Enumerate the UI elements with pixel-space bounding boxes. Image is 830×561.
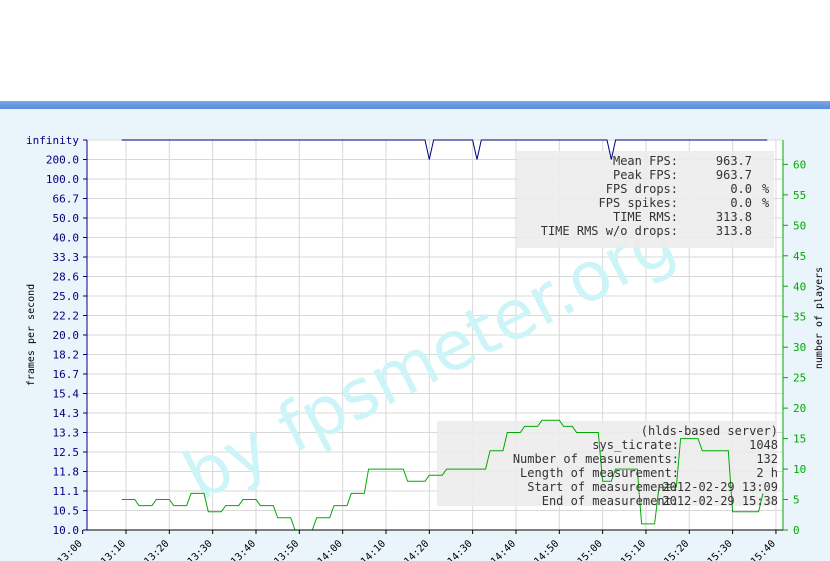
left-tick-label: 10.0 <box>53 524 80 537</box>
left-tick-label: 28.6 <box>53 271 80 284</box>
left-tick-label: 25.0 <box>53 290 80 303</box>
left-tick-label: 15.4 <box>53 388 80 401</box>
x-tick-label: 15:40 <box>749 538 778 561</box>
x-tick-label: 15:20 <box>662 538 691 561</box>
x-tick-label: 15:00 <box>576 538 605 561</box>
stat-label: TIME RMS: <box>613 210 678 224</box>
x-tick-label: 13:50 <box>272 538 301 561</box>
stat-value: 2012-02-29 15:38 <box>662 494 778 508</box>
stat-label: Number of measurements: <box>513 452 679 466</box>
right-tick-label: 55 <box>793 189 806 202</box>
stat-value: 963.7 <box>716 168 752 182</box>
fps-chart: by fpsmeter.org frames per second number … <box>26 134 825 561</box>
stat-value: 313.8 <box>716 210 752 224</box>
left-tick-label: 10.5 <box>53 505 80 518</box>
right-tick-label: 0 <box>793 524 800 537</box>
right-tick-label: 20 <box>793 402 806 415</box>
x-tick-label: 13:20 <box>142 538 171 561</box>
chart-frame: by fpsmeter.org frames per second number … <box>0 109 830 561</box>
right-tick-label: 25 <box>793 372 806 385</box>
left-tick-label: 16.7 <box>53 368 80 381</box>
stat-label: Mean FPS: <box>613 154 678 168</box>
left-tick-label: 11.1 <box>53 485 80 498</box>
left-tick-label: 14.3 <box>53 407 80 420</box>
stat-label: TIME RMS w/o drops: <box>541 224 678 238</box>
right-tick-label: 15 <box>793 433 806 446</box>
right-tick-label: 50 <box>793 219 806 232</box>
left-tick-label: 33.3 <box>53 251 80 264</box>
left-axis-title: frames per second <box>26 284 37 386</box>
x-tick-label: 14:00 <box>316 538 345 561</box>
stat-label: FPS drops: <box>606 182 678 196</box>
right-axis-title: number of players <box>814 267 825 369</box>
stat-value: 2012-02-29 13:09 <box>662 480 778 494</box>
x-tick-label: 13:30 <box>186 538 215 561</box>
x-tick-label: 15:10 <box>619 538 648 561</box>
stat-value: 0.0 <box>730 182 752 196</box>
stat-label: FPS spikes: <box>599 196 678 210</box>
stat-value: 963.7 <box>716 154 752 168</box>
x-tick-label: 14:50 <box>532 538 561 561</box>
left-tick-label: 20.0 <box>53 329 80 342</box>
right-tick-label: 5 <box>793 494 800 507</box>
x-tick-label: 14:40 <box>489 538 518 561</box>
left-tick-label: 13.3 <box>53 427 80 440</box>
stat-value: 1048 <box>749 438 778 452</box>
x-tick-label: 13:10 <box>99 538 128 561</box>
left-tick-label: 100.0 <box>46 173 79 186</box>
left-tick-label: 11.8 <box>53 466 80 479</box>
right-tick-label: 30 <box>793 341 806 354</box>
stat-label: Length of measurement: <box>520 466 679 480</box>
stat-value: 0.0 <box>730 196 752 210</box>
x-tick-label: 14:20 <box>402 538 431 561</box>
left-tick-label: 50.0 <box>53 212 80 225</box>
stat-unit: % <box>762 182 770 196</box>
right-tick-label: 45 <box>793 250 806 263</box>
right-tick-label: 35 <box>793 311 806 324</box>
stat-unit: % <box>762 196 770 210</box>
stat-label: Peak FPS: <box>613 168 678 182</box>
x-tick-label: 14:30 <box>446 538 475 561</box>
left-tick-label: 200.0 <box>46 154 79 167</box>
left-tick-label: 40.0 <box>53 232 80 245</box>
stat-value: 132 <box>756 452 778 466</box>
right-tick-label: 10 <box>793 463 806 476</box>
stat-label: Start of measurement: <box>527 480 679 494</box>
stat-value: 2 h <box>756 466 778 480</box>
left-tick-label: 22.2 <box>53 310 80 323</box>
right-tick-label: 40 <box>793 280 806 293</box>
left-tick-label: infinity <box>26 134 79 147</box>
stat-label: (hlds-based server) <box>641 424 778 438</box>
right-tick-label: 60 <box>793 158 806 171</box>
stat-label: End of measurement: <box>542 494 679 508</box>
stat-value: 313.8 <box>716 224 752 238</box>
x-tick-label: 14:10 <box>359 538 388 561</box>
x-tick-label: 13:00 <box>56 538 85 561</box>
x-tick-label: 15:30 <box>706 538 735 561</box>
stat-label: sys_ticrate: <box>592 438 679 452</box>
left-tick-label: 18.2 <box>53 349 80 362</box>
x-tick-label: 13:40 <box>229 538 258 561</box>
left-tick-label: 66.7 <box>53 193 80 206</box>
left-tick-label: 12.5 <box>53 446 80 459</box>
